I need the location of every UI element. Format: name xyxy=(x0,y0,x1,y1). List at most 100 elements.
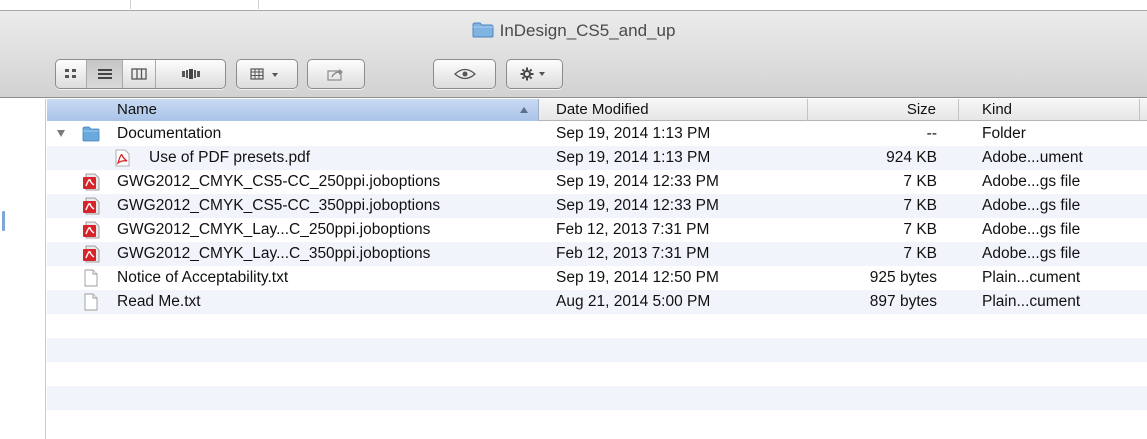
file-size: 7 KB xyxy=(903,221,937,238)
empty-row xyxy=(47,362,1147,386)
action-dropdown[interactable] xyxy=(507,60,562,88)
sort-ascending-icon xyxy=(520,107,528,113)
gear-icon xyxy=(520,67,545,81)
sidebar xyxy=(0,99,46,439)
file-size: 924 KB xyxy=(886,149,937,166)
file-name-cell: Use of PDF presets.pdf xyxy=(47,146,539,170)
file-name-cell: GWG2012_CMYK_CS5-CC_350ppi.joboptions xyxy=(47,194,539,218)
column-header-date[interactable]: Date Modified xyxy=(540,99,808,121)
file-name: Notice of Acceptability.txt xyxy=(117,269,289,286)
pdf-icon xyxy=(115,149,130,167)
share-action[interactable] xyxy=(308,60,364,88)
empty-row xyxy=(47,386,1147,410)
file-row[interactable]: Use of PDF presets.pdf Sep 19, 2014 1:13… xyxy=(47,146,1147,170)
arrange-button[interactable] xyxy=(236,59,298,89)
file-name: GWG2012_CMYK_CS5-CC_350ppi.joboptions xyxy=(117,197,441,214)
quick-look-button[interactable] xyxy=(433,59,496,89)
file-name-cell: GWG2012_CMYK_CS5-CC_250ppi.joboptions xyxy=(47,170,539,194)
share-icon xyxy=(327,69,343,81)
share-button[interactable] xyxy=(307,59,365,89)
file-kind: Adobe...gs file xyxy=(982,197,1081,214)
file-date: Sep 19, 2014 1:13 PM xyxy=(556,125,711,142)
divider xyxy=(258,0,259,9)
folder-icon xyxy=(472,22,494,38)
column-view-icon xyxy=(131,68,147,80)
icon-view-icon xyxy=(65,69,76,78)
column-header-kind-label: Kind xyxy=(982,101,1013,118)
file-name-cell: Read Me.txt xyxy=(47,290,539,314)
file-kind: Folder xyxy=(982,125,1026,142)
file-date: Sep 19, 2014 12:33 PM xyxy=(556,197,719,214)
file-name-cell: Documentation xyxy=(47,122,539,146)
list-view-button[interactable] xyxy=(87,60,123,88)
file-name: Use of PDF presets.pdf xyxy=(149,149,311,166)
file-row[interactable]: Read Me.txt Aug 21, 2014 5:00 PM 897 byt… xyxy=(47,290,1147,314)
view-mode-control[interactable] xyxy=(55,59,226,89)
file-size: 7 KB xyxy=(903,197,937,214)
file-name-cell: GWG2012_CMYK_Lay...C_350ppi.joboptions xyxy=(47,242,539,266)
joboptions-icon xyxy=(83,245,100,263)
window-title-text: InDesign_CS5_and_up xyxy=(499,21,676,40)
file-kind: Adobe...ument xyxy=(982,149,1083,166)
file-name-cell: GWG2012_CMYK_Lay...C_250ppi.joboptions xyxy=(47,218,539,242)
folder-icon xyxy=(82,126,100,142)
file-date: Sep 19, 2014 1:13 PM xyxy=(556,149,711,166)
file-row[interactable]: GWG2012_CMYK_Lay...C_250ppi.joboptions F… xyxy=(47,218,1147,242)
column-header-kind[interactable]: Kind xyxy=(960,99,1140,121)
file-row[interactable]: GWG2012_CMYK_CS5-CC_250ppi.joboptions Se… xyxy=(47,170,1147,194)
column-header-date-label: Date Modified xyxy=(556,101,649,118)
empty-row xyxy=(47,314,1147,338)
file-date: Sep 19, 2014 12:50 PM xyxy=(556,269,719,286)
text-file-icon xyxy=(84,293,98,311)
sidebar-scroll-indicator xyxy=(2,211,5,231)
file-date: Sep 19, 2014 12:33 PM xyxy=(556,173,719,190)
list-view-icon xyxy=(97,69,112,79)
file-row[interactable]: Documentation Sep 19, 2014 1:13 PM -- Fo… xyxy=(47,122,1147,146)
eye-icon xyxy=(453,68,476,80)
action-button[interactable] xyxy=(506,59,563,89)
file-date: Feb 12, 2013 7:31 PM xyxy=(556,245,710,262)
column-header-size-label: Size xyxy=(906,101,936,118)
column-header-name[interactable]: Name xyxy=(47,99,539,121)
file-name-cell: Notice of Acceptability.txt xyxy=(47,266,539,290)
cover-flow-icon xyxy=(181,69,200,79)
column-header: Name Date Modified Size Kind xyxy=(47,99,1147,121)
file-kind: Adobe...gs file xyxy=(982,245,1081,262)
joboptions-icon xyxy=(83,173,100,191)
file-row[interactable]: GWG2012_CMYK_CS5-CC_350ppi.joboptions Se… xyxy=(47,194,1147,218)
arrange-dropdown[interactable] xyxy=(237,60,297,88)
icon-view-button[interactable] xyxy=(56,60,87,88)
file-kind: Plain...cument xyxy=(982,269,1081,286)
file-row[interactable]: GWG2012_CMYK_Lay...C_350ppi.joboptions F… xyxy=(47,242,1147,266)
file-name: GWG2012_CMYK_CS5-CC_250ppi.joboptions xyxy=(117,173,441,190)
file-name: Read Me.txt xyxy=(117,293,201,310)
window-title: InDesign_CS5_and_up xyxy=(0,21,1147,41)
empty-row xyxy=(47,338,1147,362)
file-size: 897 bytes xyxy=(869,293,937,310)
divider xyxy=(130,0,131,9)
column-view-button[interactable] xyxy=(123,60,156,88)
file-name: GWG2012_CMYK_Lay...C_250ppi.joboptions xyxy=(117,221,431,238)
quick-look-action[interactable] xyxy=(434,60,495,88)
top-strip xyxy=(0,0,1147,10)
joboptions-icon xyxy=(83,221,100,239)
file-name: GWG2012_CMYK_Lay...C_350ppi.joboptions xyxy=(117,245,431,262)
window-titlebar: InDesign_CS5_and_up xyxy=(0,10,1147,98)
column-header-name-label: Name xyxy=(117,101,158,118)
joboptions-icon xyxy=(83,197,100,215)
file-date: Feb 12, 2013 7:31 PM xyxy=(556,221,710,238)
file-kind: Adobe...gs file xyxy=(982,221,1081,238)
file-size: 7 KB xyxy=(903,173,937,190)
file-size: 925 bytes xyxy=(869,269,937,286)
text-file-icon xyxy=(84,269,98,287)
file-row[interactable]: Notice of Acceptability.txt Sep 19, 2014… xyxy=(47,266,1147,290)
cover-flow-button[interactable] xyxy=(156,60,225,88)
file-date: Aug 21, 2014 5:00 PM xyxy=(556,293,711,310)
column-header-size[interactable]: Size xyxy=(809,99,959,121)
file-list: Documentation Sep 19, 2014 1:13 PM -- Fo… xyxy=(47,122,1147,410)
file-size: -- xyxy=(926,125,937,142)
arrange-icon xyxy=(250,68,278,80)
file-kind: Adobe...gs file xyxy=(982,173,1081,190)
file-size: 7 KB xyxy=(903,245,937,262)
file-name: Documentation xyxy=(117,125,222,142)
